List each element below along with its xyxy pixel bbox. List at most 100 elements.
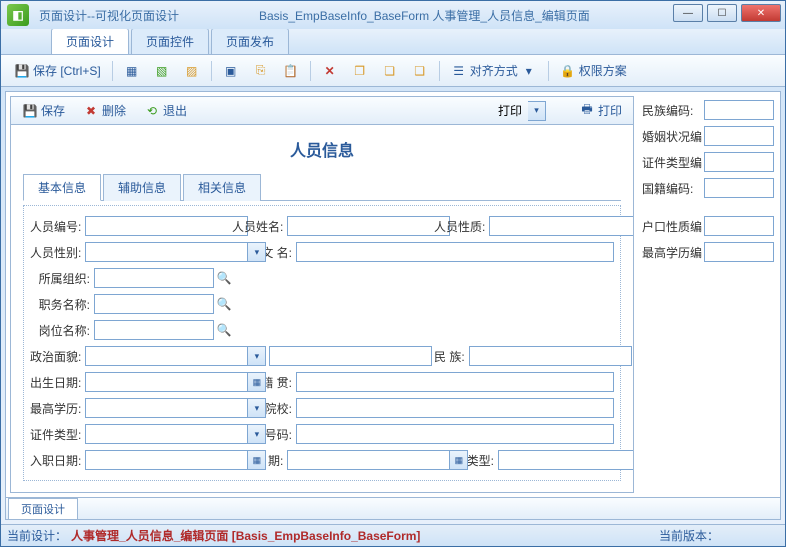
field-entry: 入职日期:▦ (30, 450, 230, 470)
layers-icon: ❐ (352, 63, 368, 79)
emp-nature-input[interactable] (489, 216, 633, 236)
window-title-center: Basis_EmpBaseInfo_BaseForm 人事管理_人员信息_编辑页… (259, 7, 590, 24)
main-tab-bar: 页面设计 页面控件 页面发布 (1, 29, 785, 55)
birth-input[interactable] (85, 372, 248, 392)
native-input[interactable] (296, 372, 614, 392)
cert-type-code-input[interactable] (704, 152, 774, 172)
bottom-tab-design[interactable]: 页面设计 (8, 498, 78, 519)
tab-page-design[interactable]: 页面设计 (51, 28, 129, 54)
chevron-down-icon[interactable]: ▾ (248, 242, 266, 262)
nationality-input[interactable] (269, 346, 432, 366)
form-delete-button[interactable]: ✖删除 (78, 100, 131, 121)
form-panel: 💾保存 ✖删除 ⟲退出 打印 ▾ 🖶打印 人员信息 基本信息 辅助信息 相关信息 (10, 96, 634, 493)
rfield-edu-code: 最高学历编 (642, 242, 774, 262)
toolbar-permission[interactable]: 🔒权限方案 (555, 60, 632, 81)
calendar-icon[interactable]: ▦ (450, 450, 468, 470)
toolbar-align[interactable]: ☰对齐方式▾ (446, 60, 542, 81)
app-window: ◧ 页面设计--可视化页面设计 Basis_EmpBaseInfo_BaseFo… (0, 0, 786, 547)
leave-input[interactable] (287, 450, 450, 470)
subtab-related[interactable]: 相关信息 (183, 174, 261, 201)
maximize-button[interactable]: ☐ (707, 4, 737, 22)
status-label: 当前设计： (7, 527, 67, 544)
country-code-input[interactable] (704, 178, 774, 198)
toolbar-btn-1[interactable]: ▦ (119, 61, 145, 81)
job-input[interactable] (94, 294, 214, 314)
field-edu: 最高学历:▾ (30, 398, 230, 418)
field-en-name: 英 文 名: (232, 242, 614, 262)
side-fields-panel: 民族编码: 婚姻状况编 证件类型编 国籍编码: 户口性质编 最高学历编 (640, 96, 776, 493)
marriage-input[interactable] (704, 126, 774, 146)
toolbar-btn-2[interactable]: ▧ (149, 61, 175, 81)
lookup-icon[interactable]: 🔍 (216, 294, 232, 314)
field-emp-name: 人员姓名: (232, 216, 432, 236)
toolbar-btn-8[interactable]: ❏ (377, 61, 403, 81)
en-name-input[interactable] (296, 242, 614, 262)
tab-page-publish[interactable]: 页面发布 (211, 28, 289, 54)
sub-tab-bar: 基本信息 辅助信息 相关信息 (23, 173, 621, 201)
toolbar-btn-7[interactable]: ❐ (347, 61, 373, 81)
close-button[interactable]: ✕ (741, 4, 781, 22)
edu-code-input[interactable] (704, 242, 774, 262)
form-grid: 人员编号: 人员姓名: 人员性质:▾ 人员性别:▾ 英 文 名: 所属组织:🔍 … (30, 216, 614, 470)
ethnic-code-input[interactable] (704, 100, 774, 120)
edu-input[interactable] (85, 398, 248, 418)
x-icon: ✕ (322, 63, 338, 79)
tab-page-controls[interactable]: 页面控件 (131, 28, 209, 54)
politics-input[interactable] (85, 346, 248, 366)
field-job: 职务名称:🔍 (30, 294, 614, 314)
save-icon: 💾 (22, 103, 38, 119)
entry-input[interactable] (85, 450, 248, 470)
toolbar-btn-9[interactable]: ❑ (407, 61, 433, 81)
duplicate-icon: ❏ (382, 63, 398, 79)
chevron-down-icon[interactable]: ▾ (248, 424, 266, 444)
cert-type-input[interactable] (85, 424, 248, 444)
separator (439, 61, 440, 81)
separator (310, 61, 311, 81)
status-version-label: 当前版本： (659, 527, 719, 544)
school-input[interactable] (296, 398, 614, 418)
form-exit-button[interactable]: ⟲退出 (139, 100, 192, 121)
edit-icon: ▨ (184, 63, 200, 79)
toolbar-btn-5[interactable]: ⎘ (248, 61, 274, 81)
attend-input[interactable] (498, 450, 633, 470)
printer-icon: 🖶 (579, 103, 595, 119)
post-input[interactable] (94, 320, 214, 340)
lookup-icon[interactable]: 🔍 (216, 320, 232, 340)
delete-icon: ✖ (83, 103, 99, 119)
lock-icon: 🔒 (560, 63, 576, 79)
toolbar-btn-3[interactable]: ▨ (179, 61, 205, 81)
form-title: 人员信息 (23, 137, 621, 161)
group-icon: ❑ (412, 63, 428, 79)
separator (112, 61, 113, 81)
form-save-button[interactable]: 💾保存 (17, 100, 70, 121)
app-logo-icon: ◧ (7, 4, 29, 26)
gender-input[interactable] (85, 242, 248, 262)
toolbar-btn-4[interactable]: ▣ (218, 61, 244, 81)
separator (548, 61, 549, 81)
copy-icon: ⎘ (253, 63, 269, 79)
rfield-cert-type-code: 证件类型编 (642, 152, 774, 172)
chevron-down-icon[interactable]: ▾ (248, 398, 266, 418)
chevron-down-icon[interactable]: ▾ (248, 346, 266, 366)
minimize-button[interactable]: — (673, 4, 703, 22)
toolbar-save[interactable]: 💾保存 [Ctrl+S] (9, 60, 106, 81)
toolbar-btn-6[interactable]: 📋 (278, 61, 304, 81)
print-button[interactable]: 🖶打印 (574, 100, 627, 121)
calendar-icon[interactable]: ▦ (248, 450, 266, 470)
lookup-icon[interactable]: 🔍 (216, 268, 232, 288)
field-school: 毕业院校: (232, 398, 614, 418)
print-dropdown[interactable]: ▾ (528, 101, 546, 121)
calendar-icon[interactable]: ▦ (248, 372, 266, 392)
subtab-basic[interactable]: 基本信息 (23, 174, 101, 201)
emp-no-input[interactable] (85, 216, 248, 236)
field-politics: 政治面貌:▾ (30, 346, 230, 366)
cert-no-input[interactable] (296, 424, 614, 444)
emp-name-input[interactable] (287, 216, 450, 236)
hukou-input[interactable] (704, 216, 774, 236)
dropdown-icon: ▾ (521, 63, 537, 79)
toolbar-btn-delete[interactable]: ✕ (317, 61, 343, 81)
print-label: 打印 (498, 102, 522, 119)
subtab-aux[interactable]: 辅助信息 (103, 174, 181, 201)
org-input[interactable] (94, 268, 214, 288)
ethnic-input[interactable] (469, 346, 632, 366)
